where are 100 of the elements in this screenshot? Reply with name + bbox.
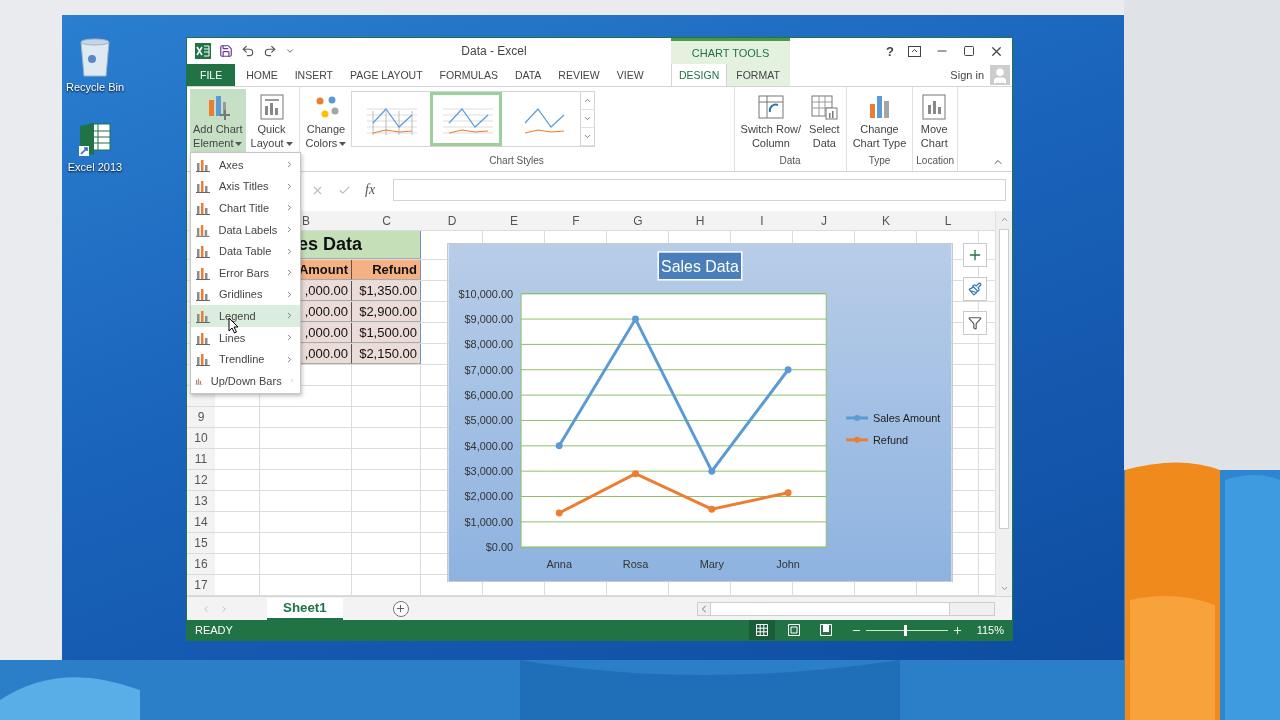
column-header[interactable]: G [607,211,669,230]
window-title: Data - Excel [460,44,528,58]
switch-icon [755,92,786,122]
column-header[interactable]: E [483,211,545,230]
sheet-tab[interactable]: Sheet1 [267,597,343,620]
ribbon-tab[interactable]: DESIGN [671,64,728,86]
row-header[interactable]: 13 [187,491,215,511]
add-sheet-button[interactable] [392,600,409,617]
ribbon-tab[interactable]: PAGE LAYOUT [342,64,431,86]
context-tab-label: CHART TOOLS [671,38,790,64]
horizontal-scrollbar[interactable] [697,601,995,616]
ribbon-tab[interactable]: FORMULAS [431,64,506,86]
customize-icon[interactable] [285,46,295,56]
menu-item[interactable]: Chart Title [191,197,300,219]
ribbon-tab[interactable]: FILE [187,64,236,86]
avatar-icon[interactable] [990,65,1010,85]
column-header[interactable]: I [731,211,793,230]
axis-label: John [776,558,800,571]
column-header[interactable]: K [855,211,917,230]
column-header[interactable]: D [421,211,483,230]
row-header[interactable]: 12 [187,470,215,490]
column-header[interactable]: C [352,211,421,230]
trash-bin-icon[interactable] [78,37,112,77]
vertical-scrollbar[interactable] [995,211,1012,596]
ribbon-button[interactable]: Quick Layout [247,89,296,153]
table-cell: $2,150.00 [352,344,421,364]
chart-filters-button[interactable] [963,311,987,335]
chart-icon [195,243,211,260]
chart-style-thumbnail[interactable] [430,92,503,146]
next-sheet-button[interactable] [219,603,229,614]
row-header[interactable]: 17 [187,575,215,595]
scrollbar-thumb[interactable] [710,602,950,615]
data-point [708,505,716,513]
column-header[interactable]: L [917,211,979,230]
ribbon-display-icon[interactable] [908,45,921,57]
row-header[interactable]: 16 [187,554,215,574]
maximize-icon[interactable] [963,45,975,57]
chart-elements-button[interactable] [963,243,987,267]
menu-item[interactable]: Axis Titles [191,175,300,198]
view-button[interactable] [748,620,775,640]
ribbon-button[interactable]: Add Chart Element [190,89,246,153]
legend-label: Sales Amount [872,411,941,424]
ribbon-button[interactable]: Switch Row/ Column [737,89,805,153]
ribbon-button[interactable]: Move Chart [916,89,953,153]
ribbon-button[interactable]: Change Chart Type [849,89,910,153]
previous-sheet-button[interactable] [201,603,211,614]
plus-icon [395,603,407,614]
ribbon-tab[interactable]: REVIEW [550,64,608,86]
axis-label: $2,000.00 [464,490,514,503]
chart-icon [195,200,211,216]
group-label: Chart Styles [488,155,545,168]
page-break-icon [819,624,832,636]
zoom-level[interactable]: 115% [976,624,1004,636]
spreadsheet-app-icon[interactable] [78,121,112,157]
row-header[interactable]: 11 [187,449,215,469]
ribbon-tab[interactable]: INSERT [286,64,341,86]
chart-styles-button[interactable] [963,277,987,301]
menu-item[interactable]: Up/Down Bars [191,369,300,392]
ribbon-tab[interactable]: VIEW [608,64,652,86]
ribbon-tab[interactable]: HOME [238,64,286,86]
save-icon[interactable] [219,44,233,58]
table-cell: Refund [352,260,421,280]
column-header[interactable]: H [669,211,731,230]
group-label: Location [916,155,955,168]
column-header[interactable]: J [793,211,855,230]
menu-item[interactable]: Axes [191,154,300,176]
undo-icon[interactable] [241,44,255,58]
table-cell: $1,350.00 [352,281,421,301]
data-point [632,470,639,478]
sign-in-link[interactable]: Sign in [950,69,984,81]
ribbon-tab[interactable]: DATA [506,64,550,86]
group-label: Type [867,155,892,168]
axis-label: $6,000.00 [464,389,514,402]
column-header[interactable]: F [545,211,607,230]
row-header[interactable]: 9 [187,407,215,427]
row-header[interactable]: 14 [187,512,215,532]
axis-label: $1,000.00 [464,515,514,528]
axis-label: Rosa [622,558,649,571]
chart-icon [195,351,211,368]
row-header[interactable]: 15 [187,533,215,553]
row-header[interactable]: 10 [187,428,215,448]
menu-item[interactable]: Legend [191,305,300,327]
insert-function-button[interactable]: fx [365,182,376,198]
axis-label: $10,000.00 [458,287,514,300]
ribbon-tab[interactable]: FORMAT [728,64,788,86]
zoom-in-icon[interactable] [951,624,963,636]
scrollbar-thumb[interactable] [999,229,1009,529]
caret-left-icon [201,603,211,614]
chart-title: Sales Data [661,257,740,275]
redo-icon[interactable] [263,44,277,58]
chart-title: Sales Data [657,251,743,281]
ribbon-button[interactable]: Change Colors [302,89,350,153]
group-label: Data [778,155,802,168]
help-button[interactable]: ? [886,43,894,59]
ribbon-button[interactable]: Select Data [806,89,843,153]
axis-label: $0.00 [485,541,514,554]
zoom-thumb[interactable] [904,624,908,636]
formula-input[interactable] [393,179,1006,201]
legend-item: Sales Amount [846,411,941,424]
data-point [555,442,563,450]
